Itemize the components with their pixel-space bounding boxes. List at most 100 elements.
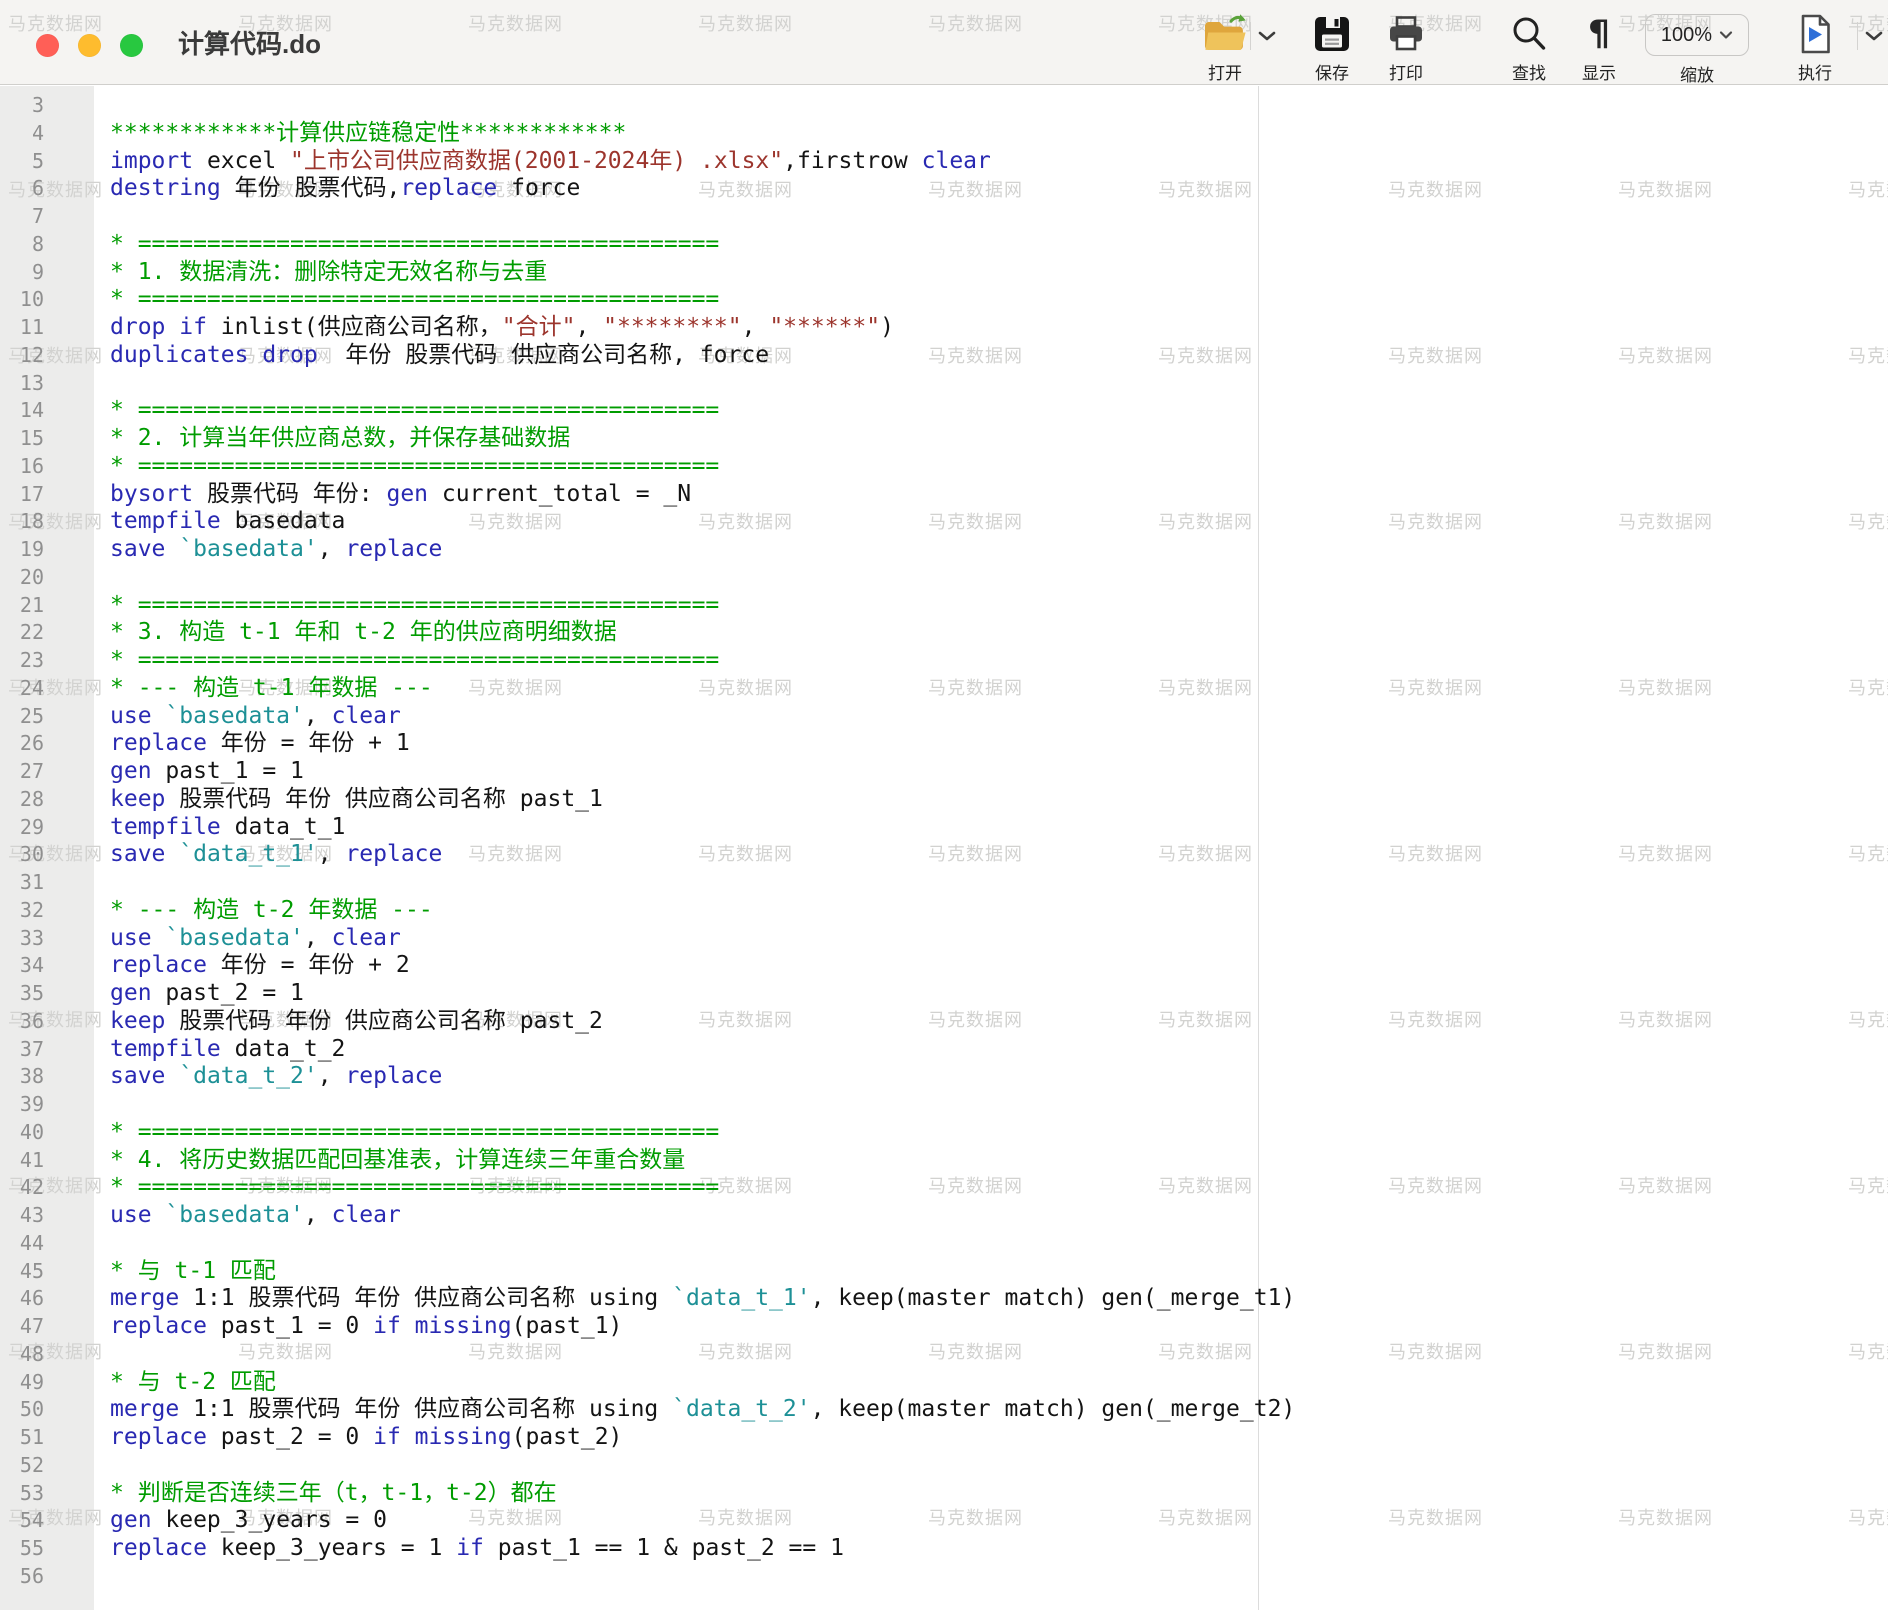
- code-token: keep: [110, 1008, 165, 1034]
- code-line[interactable]: [110, 1230, 1888, 1258]
- code-line[interactable]: gen past_1 = 1: [110, 758, 1888, 786]
- code-line[interactable]: keep 股票代码 年份 供应商公司名称 past_2: [110, 1008, 1888, 1036]
- code-line[interactable]: use `basedata', clear: [110, 703, 1888, 731]
- run-button[interactable]: 执行: [1771, 12, 1859, 84]
- code-line[interactable]: keep 股票代码 年份 供应商公司名称 past_1: [110, 786, 1888, 814]
- line-number: 51: [0, 1424, 44, 1452]
- code-line[interactable]: [110, 1452, 1888, 1480]
- code-line[interactable]: * ======================================…: [110, 592, 1888, 620]
- code-line[interactable]: ************计算供应链稳定性************: [110, 120, 1888, 148]
- code-token: replace: [345, 536, 442, 562]
- code-line[interactable]: * ======================================…: [110, 1174, 1888, 1202]
- line-number: 10: [0, 286, 44, 314]
- code-line[interactable]: save `data_t_1', replace: [110, 841, 1888, 869]
- code-line[interactable]: * ======================================…: [110, 1119, 1888, 1147]
- code-line[interactable]: * --- 构造 t-2 年数据 ---: [110, 897, 1888, 925]
- code-line[interactable]: * ======================================…: [110, 231, 1888, 259]
- line-number: 18: [0, 508, 44, 536]
- code-line[interactable]: [110, 203, 1888, 231]
- code-area[interactable]: ************计算供应链稳定性************import e…: [94, 92, 1888, 1591]
- close-button[interactable]: [36, 34, 59, 57]
- code-line[interactable]: * 判断是否连续三年（t，t-1，t-2）都在: [110, 1480, 1888, 1508]
- code-token: `data_t_1': [179, 841, 317, 867]
- code-token: use: [110, 925, 152, 951]
- code-token: keep_3_years = 0: [152, 1507, 387, 1533]
- code-token: current_total = _N: [428, 481, 691, 507]
- code-line[interactable]: [110, 1563, 1888, 1591]
- code-line[interactable]: * 与 t-1 匹配: [110, 1258, 1888, 1286]
- code-line[interactable]: bysort 股票代码 年份: gen current_total = _N: [110, 481, 1888, 509]
- code-line[interactable]: tempfile data_t_1: [110, 814, 1888, 842]
- code-line[interactable]: tempfile basedata: [110, 508, 1888, 536]
- code-line[interactable]: destring 年份 股票代码,replace force: [110, 175, 1888, 203]
- line-number: 49: [0, 1369, 44, 1397]
- run-dropdown-chevron[interactable]: [1862, 28, 1886, 44]
- code-line[interactable]: * 4. 将历史数据匹配回基准表，计算连续三年重合数量: [110, 1147, 1888, 1175]
- code-line[interactable]: replace 年份 = 年份 + 2: [110, 952, 1888, 980]
- code-token: replace: [110, 1424, 207, 1450]
- code-token: data_t_2: [221, 1036, 346, 1062]
- code-line[interactable]: drop if inlist(供应商公司名称，"合计", "********",…: [110, 314, 1888, 342]
- line-number: 38: [0, 1063, 44, 1091]
- code-line[interactable]: [110, 370, 1888, 398]
- code-line[interactable]: save `data_t_2', replace: [110, 1063, 1888, 1091]
- code-line[interactable]: * ======================================…: [110, 647, 1888, 675]
- code-token: past_2 = 0: [207, 1424, 373, 1450]
- code-line[interactable]: [110, 92, 1888, 120]
- zoom-label: 缩放: [1657, 61, 1737, 86]
- code-line[interactable]: import excel "上市公司供应商数据(2001-2024年) .xls…: [110, 148, 1888, 176]
- code-line[interactable]: use `basedata', clear: [110, 925, 1888, 953]
- code-line[interactable]: [110, 564, 1888, 592]
- code-line[interactable]: * 3. 构造 t-1 年和 t-2 年的供应商明细数据: [110, 619, 1888, 647]
- show-button[interactable]: ¶ 显示: [1555, 12, 1643, 84]
- code-line[interactable]: [110, 869, 1888, 897]
- code-token: clear: [332, 703, 401, 729]
- line-number: 36: [0, 1008, 44, 1036]
- code-line[interactable]: merge 1:1 股票代码 年份 供应商公司名称 using `data_t_…: [110, 1285, 1888, 1313]
- code-token: tempfile: [110, 508, 221, 534]
- code-line[interactable]: * 2. 计算当年供应商总数，并保存基础数据: [110, 425, 1888, 453]
- code-line[interactable]: replace 年份 = 年份 + 1: [110, 730, 1888, 758]
- traffic-lights: [36, 34, 143, 57]
- line-number: 52: [0, 1452, 44, 1480]
- open-label: 打开: [1208, 59, 1242, 84]
- code-token: ,: [304, 703, 332, 729]
- code-line[interactable]: * 与 t-2 匹配: [110, 1369, 1888, 1397]
- pilcrow-icon: ¶: [1588, 12, 1610, 56]
- line-number: 19: [0, 536, 44, 564]
- code-line[interactable]: replace past_2 = 0 if missing(past_2): [110, 1424, 1888, 1452]
- code-line[interactable]: [110, 1341, 1888, 1369]
- code-line[interactable]: [110, 1091, 1888, 1119]
- code-line[interactable]: * ======================================…: [110, 286, 1888, 314]
- code-line[interactable]: gen past_2 = 1: [110, 980, 1888, 1008]
- code-line[interactable]: replace keep_3_years = 1 if past_1 == 1 …: [110, 1535, 1888, 1563]
- code-line[interactable]: tempfile data_t_2: [110, 1036, 1888, 1064]
- code-token: * ======================================…: [110, 397, 719, 423]
- fullscreen-button[interactable]: [120, 34, 143, 57]
- minimize-button[interactable]: [78, 34, 101, 57]
- zoom-control[interactable]: 100%: [1645, 14, 1749, 56]
- code-line[interactable]: * --- 构造 t-1 年数据 ---: [110, 675, 1888, 703]
- code-line[interactable]: use `basedata', clear: [110, 1202, 1888, 1230]
- line-number: 30: [0, 841, 44, 869]
- line-number: 4: [0, 120, 44, 148]
- code-line[interactable]: duplicates drop 年份 股票代码 供应商公司名称, force: [110, 342, 1888, 370]
- code-line[interactable]: * 1. 数据清洗：删除特定无效名称与去重: [110, 259, 1888, 287]
- code-line[interactable]: gen keep_3_years = 0: [110, 1507, 1888, 1535]
- code-line[interactable]: merge 1:1 股票代码 年份 供应商公司名称 using `data_t_…: [110, 1396, 1888, 1424]
- line-number: 20: [0, 564, 44, 592]
- code-token: ,: [575, 314, 603, 340]
- code-token: clear: [332, 925, 401, 951]
- code-line[interactable]: * ======================================…: [110, 397, 1888, 425]
- line-number: 48: [0, 1341, 44, 1369]
- code-token: [165, 1063, 179, 1089]
- code-line[interactable]: save `basedata', replace: [110, 536, 1888, 564]
- open-button[interactable]: 打开: [1181, 12, 1269, 84]
- print-button[interactable]: 打印: [1362, 12, 1450, 84]
- code-line[interactable]: * ======================================…: [110, 453, 1888, 481]
- code-token: gen: [386, 481, 428, 507]
- open-dropdown-chevron[interactable]: [1255, 28, 1279, 44]
- code-line[interactable]: replace past_1 = 0 if missing(past_1): [110, 1313, 1888, 1341]
- code-token: "********": [603, 314, 741, 340]
- code-token: 年份 = 年份 + 2: [207, 952, 410, 978]
